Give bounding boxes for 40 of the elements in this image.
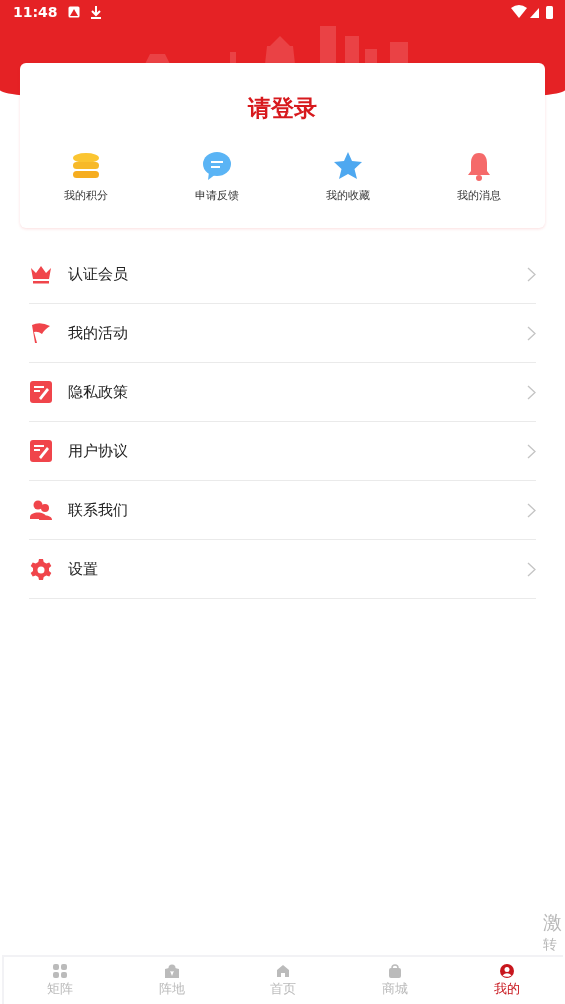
floating-text: 激 <box>543 910 562 935</box>
menu-row[interactable]: 认证会员 <box>29 245 536 304</box>
people-icon <box>30 499 52 521</box>
download-icon <box>89 5 102 19</box>
user-icon <box>500 963 515 978</box>
login-prompt[interactable]: 请登录 <box>248 93 317 124</box>
menu-row[interactable]: 设置 <box>29 540 536 599</box>
menu-label: 设置 <box>68 559 99 579</box>
chevron-right-icon <box>527 325 536 341</box>
menu-label: 隐私政策 <box>68 382 129 402</box>
shortcut-label[interactable]: 申请反馈 <box>194 188 239 203</box>
chevron-right-icon <box>527 266 536 282</box>
shortcut-label[interactable]: 我的消息 <box>457 188 502 203</box>
shortcut-label[interactable]: 我的收藏 <box>326 188 371 203</box>
menu-row[interactable]: 隐私政策 <box>29 363 536 422</box>
flag-icon <box>30 322 52 344</box>
chevron-right-icon <box>527 384 536 400</box>
document-icon <box>30 381 52 403</box>
chevron-right-icon <box>527 443 536 459</box>
menu-row[interactable]: 用户协议 <box>29 422 536 481</box>
gear-icon <box>30 558 52 580</box>
document-icon <box>30 440 52 462</box>
menu-label: 联系我们 <box>68 500 129 520</box>
chevron-right-icon <box>527 561 536 577</box>
grid-icon <box>52 963 67 978</box>
menu-row[interactable]: 联系我们 <box>29 481 536 540</box>
bag-icon <box>388 963 403 978</box>
status-time: 11:48 <box>13 4 58 20</box>
menu-label: 认证会员 <box>68 264 129 284</box>
menu-label: 用户协议 <box>68 441 129 461</box>
image-icon <box>67 6 80 18</box>
chevron-right-icon <box>527 502 536 518</box>
floating-text: 转 <box>543 934 557 953</box>
shortcut-label[interactable]: 我的积分 <box>63 188 108 203</box>
nav-tab[interactable]: 我的 <box>451 957 563 1004</box>
chat-icon <box>200 150 233 182</box>
home-icon <box>276 963 291 978</box>
status-icons <box>511 5 555 19</box>
menu-label: 我的活动 <box>68 323 129 343</box>
menu-row[interactable]: 我的活动 <box>29 304 536 363</box>
